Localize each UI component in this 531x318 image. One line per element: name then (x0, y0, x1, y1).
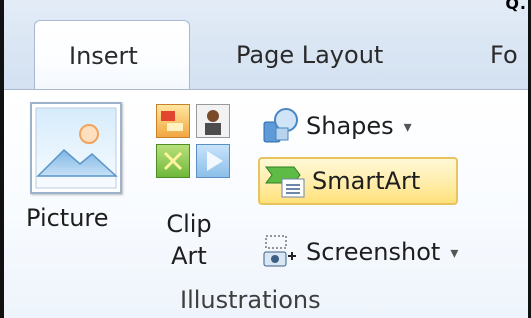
smartart-button[interactable]: SmartArt (258, 157, 458, 205)
top-text-snippet: Q. (505, 0, 527, 13)
picture-icon (30, 102, 122, 194)
screenshot-button[interactable]: Screenshot ▾ (258, 228, 518, 276)
shapes-button[interactable]: Shapes ▾ (258, 102, 468, 150)
chevron-down-icon[interactable]: ▾ (450, 243, 458, 262)
shapes-icon (258, 106, 302, 146)
illustrations-group-label: Illustrations (180, 286, 321, 314)
clip-art-label: Clip Art (166, 210, 212, 270)
chevron-down-icon[interactable]: ▾ (404, 117, 412, 136)
picture-label: Picture (26, 204, 109, 232)
shapes-label: Shapes (306, 112, 394, 140)
tab-insert[interactable]: Insert (34, 20, 190, 90)
tab-formulas-partial[interactable]: Fo (490, 20, 518, 90)
screenshot-icon (258, 232, 302, 272)
tab-page-layout[interactable]: Page Layout (236, 20, 383, 90)
smartart-label: SmartArt (312, 167, 421, 195)
clip-art-icon (156, 104, 236, 184)
smartart-icon (264, 161, 308, 201)
screenshot-label: Screenshot (306, 238, 441, 266)
clip-art-button[interactable]: Clip Art (150, 104, 245, 282)
picture-button[interactable]: Picture (22, 100, 132, 250)
